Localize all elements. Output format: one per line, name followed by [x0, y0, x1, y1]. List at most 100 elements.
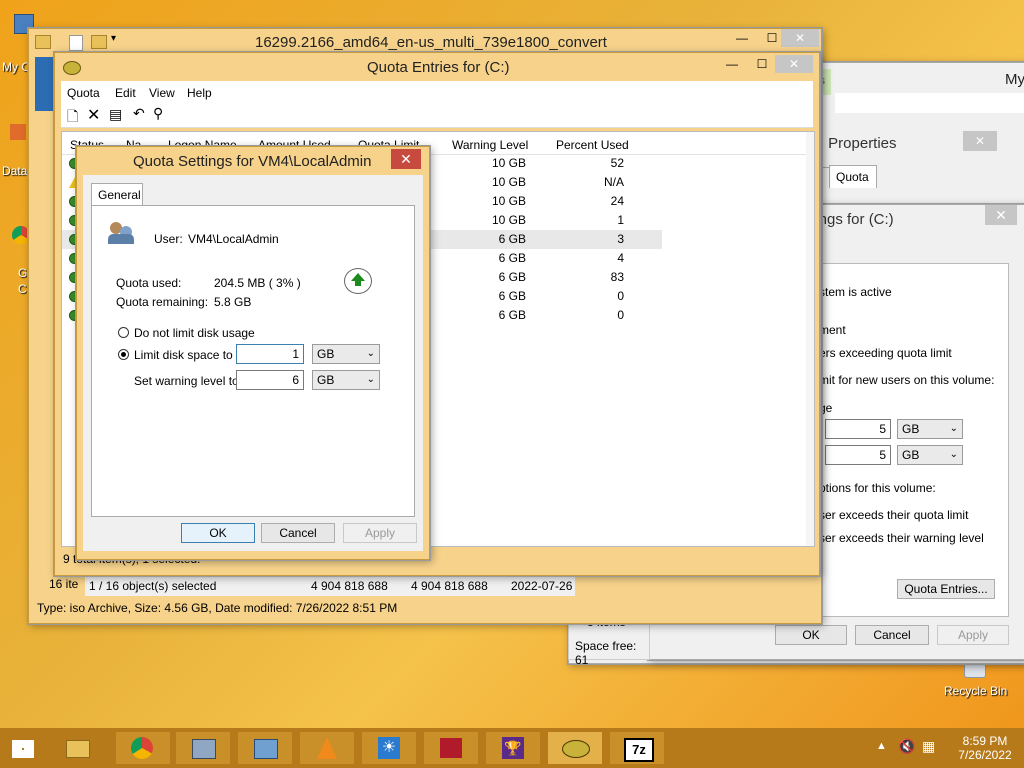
- percent-used-cell: 3: [617, 232, 624, 246]
- show-hidden-icons-icon[interactable]: ▲: [876, 740, 887, 752]
- general-panel: User: VM4\LocalAdmin Quota used: 204.5 M…: [91, 205, 415, 517]
- volume-warning-input[interactable]: 5: [825, 445, 891, 465]
- ok-button[interactable]: OK: [181, 523, 255, 543]
- warning-level-cell: 10 GB: [491, 175, 526, 189]
- network-icon[interactable]: ▦: [922, 738, 935, 755]
- volume-cancel-button[interactable]: Cancel: [855, 625, 929, 645]
- quota-entries-maximize-button[interactable]: ☐: [747, 55, 777, 73]
- undo-icon[interactable]: ↶: [133, 105, 145, 122]
- line-management: ment: [819, 323, 846, 337]
- menu-help[interactable]: Help: [187, 86, 212, 100]
- warning-level-cell: 6 GB: [498, 308, 526, 322]
- user-value: VM4\LocalAdmin: [188, 232, 279, 246]
- volume-ok-button[interactable]: OK: [775, 625, 847, 645]
- taskbar-chrome[interactable]: [116, 732, 170, 764]
- quota-ok-status-icon: [344, 268, 372, 294]
- volume-quota-close-button[interactable]: ✕: [985, 205, 1017, 225]
- taskbar-app4[interactable]: [238, 732, 292, 764]
- quota-remaining-label: Quota remaining:: [116, 295, 209, 309]
- limit-unit-select[interactable]: GB ⌄: [312, 344, 380, 364]
- column-percent-used[interactable]: Percent Used: [556, 138, 629, 152]
- desktop-icon-label: Recycle Bin: [944, 684, 1008, 698]
- no-limit-label[interactable]: Do not limit disk usage: [134, 326, 255, 340]
- white-bar: [835, 93, 1024, 113]
- delete-icon[interactable]: ✕: [87, 105, 100, 125]
- warning-unit-select[interactable]: GB ⌄: [312, 370, 380, 390]
- chevron-down-icon: ⌄: [949, 449, 958, 460]
- menu-view[interactable]: View: [149, 86, 175, 100]
- taskbar-explorer[interactable]: [52, 732, 102, 764]
- no-limit-radio[interactable]: [118, 327, 129, 338]
- properties-icon[interactable]: ▤: [109, 106, 122, 123]
- line-logging: ptions for this volume:: [819, 481, 936, 495]
- line-log-limit: ser exceeds their quota limit: [819, 508, 969, 522]
- quota-used-label: Quota used:: [116, 276, 182, 290]
- warning-level-cell: 10 GB: [491, 194, 526, 208]
- explorer-minimize-button[interactable]: —: [727, 29, 757, 47]
- note-icon: [69, 35, 83, 51]
- taskbar-app6[interactable]: ☀: [362, 732, 416, 764]
- quota-entries-button[interactable]: Quota Entries...: [897, 579, 995, 599]
- taskbar-app7[interactable]: [424, 732, 478, 764]
- taskbar-vlc[interactable]: [300, 732, 354, 764]
- clock-time: 8:59 PM: [962, 734, 1008, 748]
- limit-radio[interactable]: [118, 349, 129, 360]
- selection-count: 1 / 16 object(s) selected: [89, 579, 217, 593]
- clock[interactable]: 8:59 PM 7/26/2022: [950, 732, 1020, 764]
- sun-icon: ☀: [378, 737, 400, 759]
- top-right-text: My: [1005, 71, 1024, 88]
- volume-limit-unit-select[interactable]: GB ⌄: [897, 419, 963, 439]
- taskbar-7zip[interactable]: 7z: [610, 732, 664, 764]
- line-active: stem is active: [819, 285, 892, 299]
- sevenzip-icon: 7z: [624, 738, 654, 762]
- volume-warning-unit-select[interactable]: GB ⌄: [897, 445, 963, 465]
- desktop-icon-label: C: [18, 282, 27, 296]
- percent-used-cell: 0: [617, 289, 624, 303]
- limit-value-input[interactable]: 1: [236, 344, 304, 364]
- column-warning-level[interactable]: Warning Level: [452, 138, 528, 152]
- vertical-scrollbar[interactable]: [806, 132, 814, 546]
- new-entry-icon[interactable]: 🗋: [67, 106, 78, 130]
- taskbar-app8[interactable]: 🏆: [486, 732, 540, 764]
- menu-bar: Quota Edit View Help: [61, 81, 813, 103]
- taskbar-perfmon[interactable]: [176, 732, 230, 764]
- news-icon: [440, 738, 462, 758]
- folder-icon: [66, 740, 90, 758]
- taskbar-quota[interactable]: [548, 732, 602, 764]
- vlc-cone-icon: [317, 737, 337, 759]
- warning-level-cell: 10 GB: [491, 156, 526, 170]
- limit-label[interactable]: Limit disk space to: [134, 348, 233, 362]
- taskbar: ☀ 🏆 7z ▲ 🔇 ▦ 8:59 PM 7/26/2022: [0, 728, 1024, 768]
- percent-used-cell: 24: [610, 194, 624, 208]
- percent-used-cell: 1: [617, 213, 624, 227]
- quota-entries-minimize-button[interactable]: —: [717, 55, 747, 73]
- quota-entries-close-button[interactable]: ✕: [775, 55, 813, 73]
- folder-space-free: Space free: 61: [575, 639, 637, 667]
- warning-value-input[interactable]: 6: [236, 370, 304, 390]
- packed-size-value: 4 904 818 688: [411, 579, 488, 593]
- chevron-down-icon: ⌄: [949, 423, 958, 434]
- monitor-icon: [192, 739, 216, 759]
- properties-close-button[interactable]: ✕: [963, 131, 997, 151]
- quota-entries-title: Quota Entries for (C:): [367, 59, 510, 76]
- warning-level-cell: 6 GB: [498, 251, 526, 265]
- properties-title: ) Properties: [819, 135, 897, 152]
- tab-quota[interactable]: Quota: [829, 165, 877, 188]
- clock-date: 7/26/2022: [958, 748, 1012, 762]
- explorer-close-button[interactable]: ✕: [781, 29, 819, 47]
- explorer-type-info: Type: iso Archive, Size: 4.56 GB, Date m…: [37, 601, 398, 615]
- toolbar: 🗋 ✕ ▤ ↶ ⚲: [61, 103, 813, 128]
- menu-quota[interactable]: Quota: [67, 86, 100, 100]
- volume-limit-input[interactable]: 5: [825, 419, 891, 439]
- menu-edit[interactable]: Edit: [115, 86, 136, 100]
- user-quota-body: General User: VM4\LocalAdmin Quota used:…: [83, 175, 423, 551]
- quick-access-dropdown[interactable]: ▾: [111, 33, 116, 44]
- volume-muted-icon[interactable]: 🔇: [898, 738, 915, 755]
- user-quota-close-button[interactable]: ✕: [391, 149, 421, 169]
- tab-general[interactable]: General: [91, 183, 143, 206]
- find-icon[interactable]: ⚲: [153, 105, 163, 122]
- cancel-button[interactable]: Cancel: [261, 523, 335, 543]
- start-button[interactable]: [8, 734, 38, 762]
- warning-level-cell: 6 GB: [498, 270, 526, 284]
- apply-button: Apply: [343, 523, 417, 543]
